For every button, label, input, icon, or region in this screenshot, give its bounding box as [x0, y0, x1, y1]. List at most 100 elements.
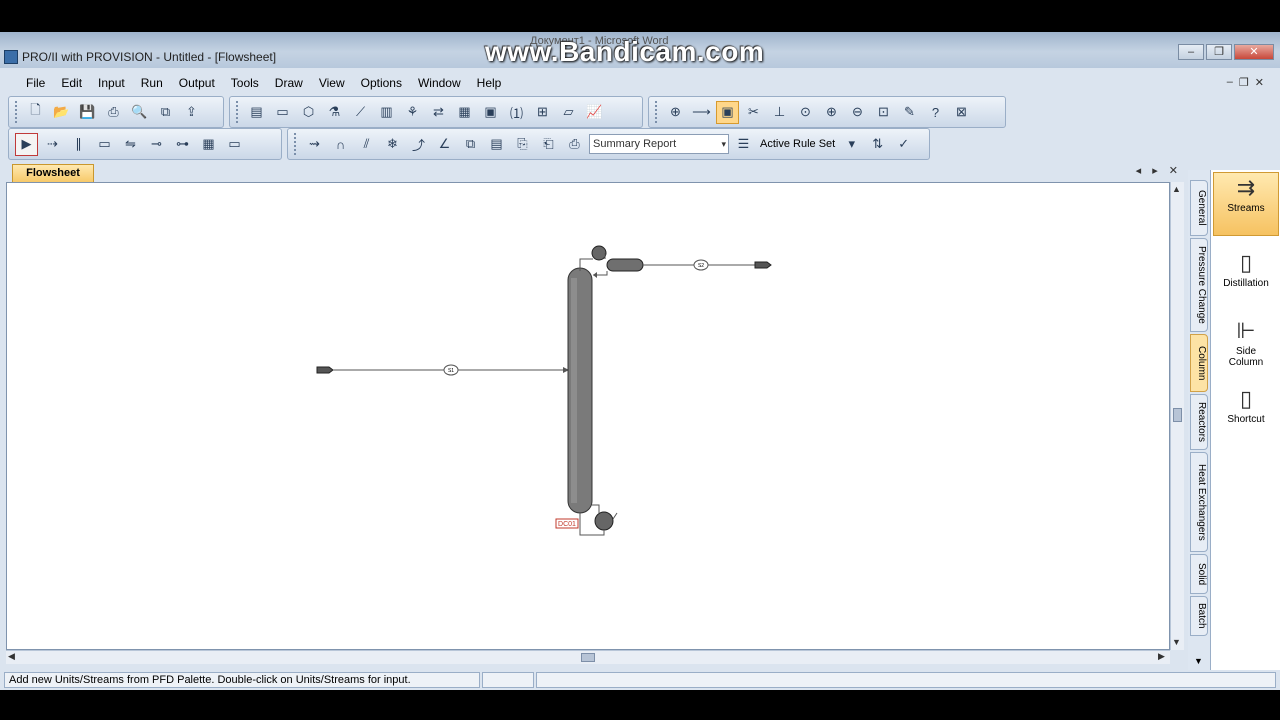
zoom-in-icon[interactable]: ⊕	[820, 101, 843, 124]
tab-batch[interactable]: Batch	[1190, 596, 1208, 636]
chevron-down-icon[interactable]: ▾	[840, 133, 863, 156]
add-unit-icon[interactable]: ⊕	[664, 101, 687, 124]
restore-button[interactable]: ❐	[1206, 44, 1232, 60]
product-sink-arrow[interactable]	[754, 261, 772, 269]
table-icon[interactable]: ▤	[485, 133, 508, 156]
palette-item-shortcut[interactable]: ▯ Shortcut	[1213, 384, 1279, 434]
unit-icon[interactable]: ⊞	[531, 101, 554, 124]
menu-input[interactable]: Input	[90, 73, 133, 93]
heating-curve-icon[interactable]: ⤴	[407, 133, 430, 156]
tab-heat-exchangers[interactable]: Heat Exchangers	[1190, 452, 1208, 552]
report-excel-icon[interactable]: ⎗	[537, 133, 560, 156]
cut-icon[interactable]: ✂	[742, 101, 765, 124]
help-pointer-icon[interactable]: ?	[924, 101, 947, 124]
sequence-icon[interactable]: ⑴	[505, 101, 528, 124]
run-icon[interactable]: ▶	[15, 132, 38, 156]
app-icon[interactable]	[4, 50, 18, 64]
menu-help[interactable]: Help	[469, 73, 510, 93]
toolbar-grip[interactable]	[655, 101, 659, 123]
units-of-measure-icon[interactable]: ▭	[271, 101, 294, 124]
feed-source-arrow[interactable]	[316, 366, 334, 374]
pause-icon[interactable]: ∥	[67, 133, 90, 156]
tab-general[interactable]: General	[1190, 180, 1208, 236]
curve-icon[interactable]: ⟋	[349, 101, 372, 124]
condenser-icon[interactable]	[591, 245, 607, 261]
distillation-column-dc01[interactable]	[567, 267, 593, 514]
chart-icon[interactable]: 📈	[583, 101, 606, 124]
palette-item-side-column[interactable]: ⊩ Side Column	[1213, 316, 1279, 376]
report-format-icon[interactable]: ⎙	[563, 133, 586, 156]
pencil-icon[interactable]: ✎	[898, 101, 921, 124]
active-rule-set-label[interactable]: Active Rule Set	[758, 138, 837, 150]
stream-label-s1[interactable]: S1	[443, 364, 459, 376]
reaction-data-icon[interactable]: ⇄	[427, 101, 450, 124]
new-file-icon[interactable]: 🗋	[24, 101, 47, 124]
scroll-right-icon[interactable]: ▶	[1158, 651, 1165, 662]
reflux-drum-icon[interactable]	[606, 258, 644, 272]
horizontal-scroll-thumb[interactable]	[581, 653, 595, 662]
plot-icon[interactable]: ∠	[433, 133, 456, 156]
check-rules-icon[interactable]: ✓	[892, 133, 915, 156]
report-select[interactable]: Summary Report ▾	[589, 134, 729, 154]
results-window-icon[interactable]: ▭	[93, 133, 116, 156]
stream-table-icon[interactable]: ⇋	[119, 133, 142, 156]
column-profile-icon[interactable]: ⫽	[355, 133, 378, 156]
tab-pressure-change[interactable]: Pressure Change	[1190, 238, 1208, 332]
open-folder-icon[interactable]: 📂	[50, 101, 73, 124]
print-preview-icon[interactable]: 🔍	[128, 101, 151, 124]
menu-view[interactable]: View	[311, 73, 353, 93]
stream-label-s2[interactable]: S2	[693, 259, 709, 271]
connector-icon[interactable]: ⊶	[171, 133, 194, 156]
zoom-fit-icon[interactable]: ⊡	[872, 101, 895, 124]
problem-description-icon[interactable]: ▤	[245, 101, 268, 124]
bar-chart-icon[interactable]: ▥	[375, 101, 398, 124]
snowflake-icon[interactable]: ❄	[381, 133, 404, 156]
save-layout-icon[interactable]: ▣	[716, 100, 739, 124]
stamp-icon[interactable]: ⊥	[768, 101, 791, 124]
reboiler-icon[interactable]	[594, 511, 614, 531]
vertical-scroll-thumb[interactable]	[1173, 408, 1182, 422]
stream-property-icon[interactable]: ⊸	[145, 133, 168, 156]
vertical-scrollbar[interactable]: ▲ ▼	[1170, 182, 1184, 650]
print-icon[interactable]: ⎙	[102, 101, 125, 124]
menu-run[interactable]: Run	[133, 73, 171, 93]
flowsheet-canvas[interactable]: S1 S2 DC01	[6, 182, 1170, 650]
minimize-button[interactable]: –	[1178, 44, 1204, 60]
component-selection-icon[interactable]: ⬡	[297, 101, 320, 124]
flask-icon[interactable]: ⚗	[323, 101, 346, 124]
toolbar-grip[interactable]	[15, 101, 19, 123]
tab-solid[interactable]: Solid	[1190, 554, 1208, 594]
palette-item-streams[interactable]: ⇉ Streams	[1213, 172, 1279, 236]
menu-output[interactable]: Output	[171, 73, 223, 93]
tag-icon[interactable]: ▱	[557, 101, 580, 124]
menu-file[interactable]: File	[18, 73, 53, 93]
palette-scroll-down-icon[interactable]: ▼	[1194, 656, 1203, 666]
grid-icon[interactable]: ▦	[197, 133, 220, 156]
menu-draw[interactable]: Draw	[267, 73, 311, 93]
zoom-out-icon[interactable]: ⊖	[846, 101, 869, 124]
tab-reactors[interactable]: Reactors	[1190, 394, 1208, 450]
menu-tools[interactable]: Tools	[223, 73, 267, 93]
output-report-icon[interactable]: ⎘	[511, 133, 534, 156]
zoom-100-icon[interactable]: ⊙	[794, 101, 817, 124]
menu-options[interactable]: Options	[353, 73, 410, 93]
unit-label-dc01[interactable]: DC01	[555, 518, 579, 529]
scroll-left-icon[interactable]: ◀	[8, 651, 15, 662]
palette-item-distillation[interactable]: ▯ Distillation	[1213, 248, 1279, 298]
matrix-icon[interactable]: ▦	[453, 101, 476, 124]
copy-icon[interactable]: ⧉	[154, 101, 177, 124]
export-icon[interactable]: ⇪	[180, 101, 203, 124]
display-icon[interactable]: ▭	[223, 133, 246, 156]
sort-icon[interactable]: ⇅	[866, 133, 889, 156]
save-icon[interactable]: 💾	[76, 101, 99, 124]
tab-column[interactable]: Column	[1190, 334, 1208, 392]
tab-flowsheet[interactable]: Flowsheet	[12, 164, 94, 182]
mdi-close-button[interactable]: ✕	[1255, 76, 1264, 89]
mdi-minimize-button[interactable]: –	[1227, 76, 1233, 89]
step-icon[interactable]: ⇢	[41, 133, 64, 156]
phase-envelope-icon[interactable]: ∩	[329, 133, 352, 156]
procedure-data-icon[interactable]: ▣	[479, 101, 502, 124]
tab-navigation[interactable]: ◂ ▸ ✕	[1136, 164, 1182, 177]
copy-plot-icon[interactable]: ⧉	[459, 133, 482, 156]
toolbar-grip[interactable]	[236, 101, 240, 123]
